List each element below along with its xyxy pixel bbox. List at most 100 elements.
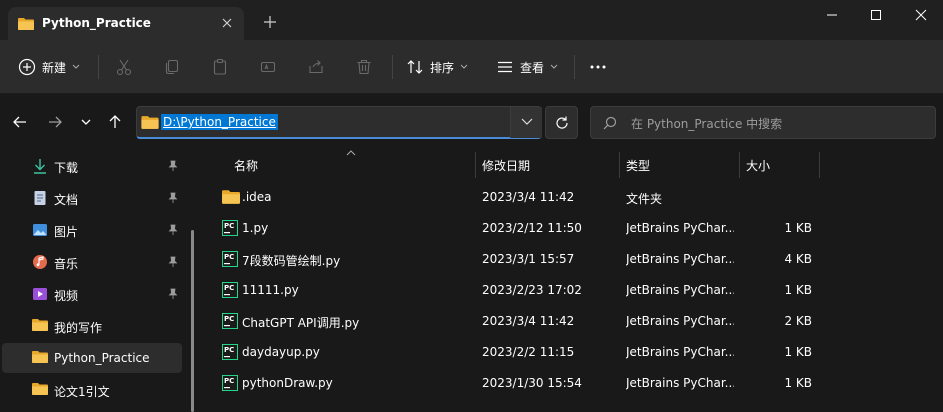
file-row[interactable]: PC 1.py 2023/2/12 11:50 JetBrains PyChar...…: [210, 213, 943, 244]
column-divider[interactable]: [739, 152, 740, 178]
tab-title: Python_Practice: [42, 16, 151, 30]
plus-circle-icon: [18, 58, 36, 76]
copy-icon[interactable]: [163, 58, 181, 76]
column-divider[interactable]: [475, 152, 476, 178]
sidebar-item[interactable]: 文档: [2, 183, 182, 213]
video-icon: [33, 288, 47, 300]
recent-locations-icon[interactable]: [76, 112, 96, 132]
address-path[interactable]: D:\Python_Practice: [161, 114, 278, 130]
file-name: pythonDraw.py: [242, 376, 333, 390]
rename-icon[interactable]: [259, 58, 277, 76]
address-history-dropdown[interactable]: [510, 107, 542, 138]
pycharm-file-icon: PC: [222, 220, 238, 236]
pycharm-file-icon: PC: [222, 344, 238, 360]
refresh-icon: [556, 116, 568, 129]
folder-icon: [32, 383, 48, 395]
pin-icon[interactable]: [167, 256, 179, 268]
svg-text:PC: PC: [224, 315, 234, 323]
sort-button-label: 排序: [430, 60, 455, 75]
sidebar-item[interactable]: 图片: [2, 215, 182, 245]
file-size: 2 KB: [784, 314, 812, 328]
file-type: JetBrains PyChar...: [626, 314, 734, 328]
search-placeholder: 在 Python_Practice 中搜索: [631, 117, 783, 131]
maximize-icon[interactable]: [866, 6, 886, 24]
sidebar-item-label: Python_Practice: [54, 351, 150, 365]
new-tab-icon[interactable]: [262, 14, 278, 30]
refresh-button[interactable]: [545, 106, 578, 139]
file-size: 1 KB: [784, 221, 812, 235]
file-size: 1 KB: [784, 283, 812, 297]
sidebar-item[interactable]: Python_Practice: [2, 343, 182, 373]
svg-text:PC: PC: [224, 377, 234, 385]
file-name: .idea: [242, 190, 272, 204]
cut-icon[interactable]: [115, 58, 133, 76]
pycharm-file-icon: PC: [222, 251, 238, 267]
file-row[interactable]: PC 11111.py 2023/2/23 17:02 JetBrains PyCha…: [210, 275, 943, 306]
folder-icon: [32, 351, 48, 363]
file-row[interactable]: PC daydayup.py 2023/2/2 11:15 JetBrains PyC…: [210, 337, 943, 368]
music-icon: [33, 255, 47, 269]
delete-icon[interactable]: [355, 58, 373, 76]
file-name: 11111.py: [242, 283, 299, 297]
share-icon[interactable]: [307, 58, 325, 76]
file-row[interactable]: .idea 2023/3/4 11:42 文件夹: [210, 182, 943, 213]
new-button[interactable]: 新建: [18, 40, 80, 94]
sort-button[interactable]: 排序: [406, 40, 468, 94]
svg-text:PC: PC: [224, 222, 234, 230]
file-type: JetBrains PyChar...: [626, 252, 734, 266]
pin-icon[interactable]: [167, 160, 179, 172]
divider: [98, 55, 99, 79]
paste-icon[interactable]: [211, 58, 229, 76]
sidebar-item[interactable]: 下载: [2, 151, 182, 181]
view-button[interactable]: 查看: [496, 40, 558, 94]
file-size: 1 KB: [784, 376, 812, 390]
sidebar-item[interactable]: 我的写作: [2, 311, 182, 341]
file-date: 2023/2/12 11:50: [482, 221, 582, 235]
column-header-type[interactable]: 类型: [626, 157, 650, 174]
download-icon: [34, 159, 46, 174]
pin-icon[interactable]: [167, 224, 179, 236]
file-row[interactable]: PC 7段数码管绘制.py 2023/3/1 15:57 JetBrains PyCh…: [210, 244, 943, 275]
column-header-size[interactable]: 大小: [746, 157, 770, 174]
tab-python-practice[interactable]: Python_Practice: [8, 7, 244, 40]
svg-text:PC: PC: [224, 284, 234, 292]
more-options-icon[interactable]: [588, 58, 608, 76]
column-header-date[interactable]: 修改日期: [482, 157, 530, 174]
close-window-icon[interactable]: [911, 6, 931, 24]
forward-arrow-icon[interactable]: [45, 112, 65, 132]
search-box[interactable]: 在 Python_Practice 中搜索: [590, 106, 936, 139]
chevron-down-icon: [460, 64, 468, 69]
sidebar-item-label: 论文1引文: [54, 385, 110, 399]
svg-text:PC: PC: [224, 253, 234, 261]
sidebar-scrollbar[interactable]: [191, 230, 194, 412]
file-name: 7段数码管绘制.py: [242, 254, 341, 268]
command-bar: 新建 排序 查看: [0, 40, 943, 94]
pycharm-file-icon: PC: [222, 375, 238, 391]
view-button-label: 查看: [520, 60, 545, 75]
address-bar[interactable]: D:\Python_Practice: [136, 106, 542, 139]
minimize-icon[interactable]: [822, 6, 842, 24]
folder-icon: [222, 190, 240, 204]
sidebar-item[interactable]: 视频: [2, 279, 182, 309]
column-divider[interactable]: [819, 152, 820, 178]
divider: [392, 55, 393, 79]
file-row[interactable]: PC ChatGPT API调用.py 2023/3/4 11:42 JetBrain…: [210, 306, 943, 337]
sidebar-item[interactable]: 论文1引文: [2, 375, 182, 405]
sidebar-item[interactable]: 音乐: [2, 247, 182, 277]
chevron-down-icon: [72, 64, 80, 69]
close-tab-icon[interactable]: [219, 15, 235, 31]
up-arrow-icon[interactable]: [105, 112, 125, 132]
file-size: 1 KB: [784, 345, 812, 359]
column-divider[interactable]: [619, 152, 620, 178]
pin-icon[interactable]: [167, 192, 179, 204]
column-header-name[interactable]: 名称: [234, 157, 258, 174]
pin-icon[interactable]: [167, 288, 179, 300]
file-type: 文件夹: [626, 192, 663, 206]
back-arrow-icon[interactable]: [10, 112, 30, 132]
sort-ascending-icon: [346, 150, 356, 156]
file-type: JetBrains PyChar...: [626, 221, 734, 235]
file-row[interactable]: PC pythonDraw.py 2023/1/30 15:54 JetBrains …: [210, 368, 943, 399]
search-icon: [603, 116, 617, 130]
file-name: 1.py: [242, 221, 269, 235]
file-type: JetBrains PyChar...: [626, 345, 734, 359]
